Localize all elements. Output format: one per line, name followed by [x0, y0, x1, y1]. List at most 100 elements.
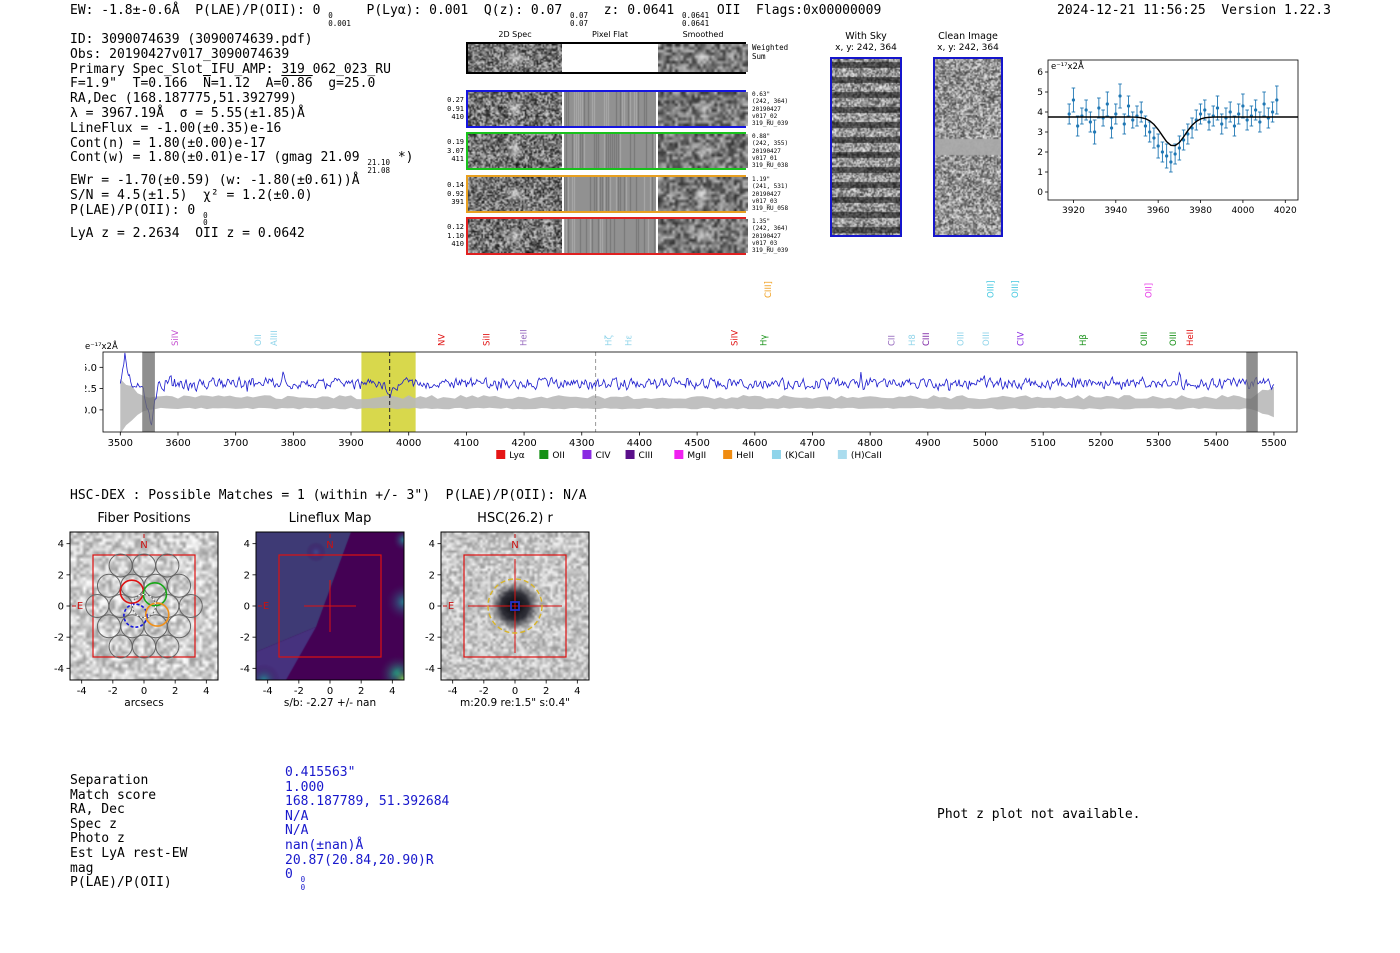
y-tick-label: -2: [240, 633, 250, 644]
clean-title: Clean Image: [938, 31, 998, 42]
masked-region: [142, 352, 155, 432]
legend-swatch: [539, 450, 549, 459]
emission-line-labels: SiIV OII AlIII NV SiII HeII Hζ Hε SiIV Hγ CIII] CII…: [171, 280, 1196, 346]
info-line: EWr = -1.70(±0.59) (w: -1.80(±0.61))Å: [70, 173, 413, 189]
spec2d-row-meta: 0.63" (242, 364) 20190427 v017_02 319_RU_039: [752, 91, 789, 128]
svg-text:4200: 4200: [511, 438, 536, 449]
error-envelope: [120, 378, 1274, 434]
line-highlight-band: [361, 352, 416, 432]
svg-text:4100: 4100: [454, 438, 479, 449]
spec2d-row-stats: 0.27 0.91 410: [447, 96, 464, 122]
cutout-title: HSC(26.2) r: [477, 511, 553, 526]
pixelflat-image: [564, 177, 656, 211]
x-tick-label: 4: [574, 686, 580, 697]
svg-text:3500: 3500: [108, 438, 133, 449]
x-tick-label: 4: [389, 686, 395, 697]
cutout-overlay: -4 -4 -2 -2 0 0 2 2 4 4 N E: [425, 531, 590, 697]
fit-axes: 3920 3940 3960 3980 4000 4020 0 1 2 3 4 5 6: [1037, 59, 1299, 216]
svg-text:5400: 5400: [1204, 438, 1229, 449]
line-label: OIII: [1169, 332, 1179, 346]
y-tick-label: 2: [429, 570, 435, 581]
line-label: OIII: [957, 332, 967, 346]
text-run: EWr = -1.70(±0.59) (w: -1.80(±0.61))Å: [70, 173, 360, 189]
y-tick-label: 2: [58, 570, 64, 581]
line-label: OII: [254, 334, 264, 346]
svg-text:6: 6: [1037, 68, 1043, 78]
y-tick-label: -4: [54, 664, 64, 675]
legend-label: CIV: [595, 451, 611, 461]
text-run: F=1.9" T=0.166: [70, 76, 204, 92]
hsc-match-title: HSC-DEX : Possible Matches = 1 (within +…: [70, 488, 587, 503]
svg-text:5100: 5100: [1030, 438, 1055, 449]
svg-text:0: 0: [1037, 188, 1043, 198]
legend-swatch: [582, 450, 592, 459]
match-row-value: 20.87(20.84,20.90)R: [285, 852, 434, 868]
cutout-overlay: -4 -4 -2 -2 0 0 2 2 4 4 N E: [54, 531, 219, 697]
line-label: Hγ: [759, 335, 769, 346]
stacked-value: 00: [300, 875, 306, 892]
text-run: λ = 3967.19Å σ = 5.55(±1.85)Å: [70, 105, 305, 121]
legend-label: MgII: [687, 451, 706, 461]
text-run: =1.12 A=: [210, 76, 282, 92]
y-tick-label: 0: [244, 602, 250, 613]
svg-text:4: 4: [1037, 108, 1043, 118]
stacked-value: 0.0641 0.0641: [682, 11, 710, 28]
x-tick-label: -4: [263, 686, 273, 697]
y-tick-label: -4: [425, 664, 435, 675]
line-label: Hε: [624, 335, 634, 346]
text-run: 0: [285, 867, 301, 883]
legend-swatch: [625, 450, 635, 459]
spec2d-row-stats: 0.12 1.10 410: [447, 223, 464, 249]
legend-swatch: [837, 450, 847, 459]
match-row-value: 0.415563": [285, 765, 356, 780]
line-label: Hβ: [1079, 334, 1089, 346]
spec2d-row-meta: 0.88" (242, 355) 20190427 v017_01 319_RU_038: [752, 133, 789, 170]
line-label: OIII: [1140, 332, 1150, 346]
line-label: OIII: [982, 332, 992, 346]
svg-text:0.0: 0.0: [85, 405, 97, 416]
with_sky-image: [832, 59, 900, 235]
cutout-title: Lineflux Map: [288, 511, 372, 526]
smoothed-image: [658, 219, 748, 253]
header-datetime: 2024-12-21 11:56:25 Version 1.22.3: [1057, 3, 1331, 18]
smoothed-image: [658, 134, 748, 168]
x-tick-label: -2: [108, 686, 118, 697]
legend-swatch: [496, 450, 506, 459]
line-label: AlIII: [270, 330, 280, 346]
legend-label: (K)CaII: [785, 451, 815, 461]
x-tick-label: 0: [141, 686, 147, 697]
line-fit-plot: 3920 3940 3960 3980 4000 4020 0 1 2 3 4 5 6 e⁻¹⁷x2Å: [1037, 59, 1299, 216]
info-line: LineFlux = -1.00(±0.35)e-16: [70, 121, 413, 137]
full-spectrum-plot: 3500 3600 3700 3800 3900 4000 4100 4200 4300 4400…: [85, 280, 1298, 461]
svg-text:3: 3: [1037, 128, 1043, 138]
compass-east: E: [263, 601, 269, 612]
info-line: λ = 3967.19Å σ = 5.55(±1.85)Å: [70, 105, 413, 122]
match-row-value: N/A: [285, 823, 309, 839]
match-row-label: mag: [70, 860, 94, 876]
y-tick-label: 4: [244, 539, 250, 550]
svg-text:5300: 5300: [1146, 438, 1171, 449]
compass-north: N: [326, 540, 333, 551]
svg-text:2: 2: [1037, 148, 1043, 158]
y-tick-label: 4: [58, 539, 64, 550]
text-run: g=25.0: [312, 76, 376, 92]
spectrum-legend: Lyα OII CIV CIII MgII HeII (K)CaII (H)CaII: [496, 450, 882, 461]
photz-note: Phot z plot not available.: [937, 807, 1141, 822]
text-run: Cont(w) = 1.80(±0.01)e-17 (gmag 21.09: [70, 150, 368, 166]
spec2d-image: [468, 134, 562, 168]
cutout-xlabel: s/b: -2.27 +/- nan: [283, 697, 377, 709]
text-run: EW: -1.8±-0.6Å P(LAE)/P(OII): 0: [70, 3, 329, 18]
text-run: P(Lyα): 0.001 Q(z): 0.07: [350, 3, 571, 18]
clean-coords: x, y: 242, 364: [937, 43, 999, 53]
line-label: Hζ: [605, 335, 615, 346]
fiber-red: [119, 579, 145, 604]
spec2d-strip: [466, 42, 748, 74]
elixer-report: EW: -1.8±-0.6Å P(LAE)/P(OII): 0 0 0.0 0 1 P…: [0, 0, 1400, 953]
spec2d-strip: [466, 90, 748, 128]
info-line: RA,Dec (168.187775,51.392799): [70, 91, 413, 107]
compass-north: N: [140, 540, 147, 551]
svg-text:1: 1: [1037, 168, 1043, 178]
info-line: Cont(w) = 1.80(±0.01)e-17 (gmag 21.09 21…: [70, 150, 413, 174]
text-run: P(LAE)/P(OII): 0: [70, 202, 204, 218]
spec2d-row-meta: 1.19" (241, 531) 20190427 v017_03 319_RU_058: [752, 176, 789, 213]
